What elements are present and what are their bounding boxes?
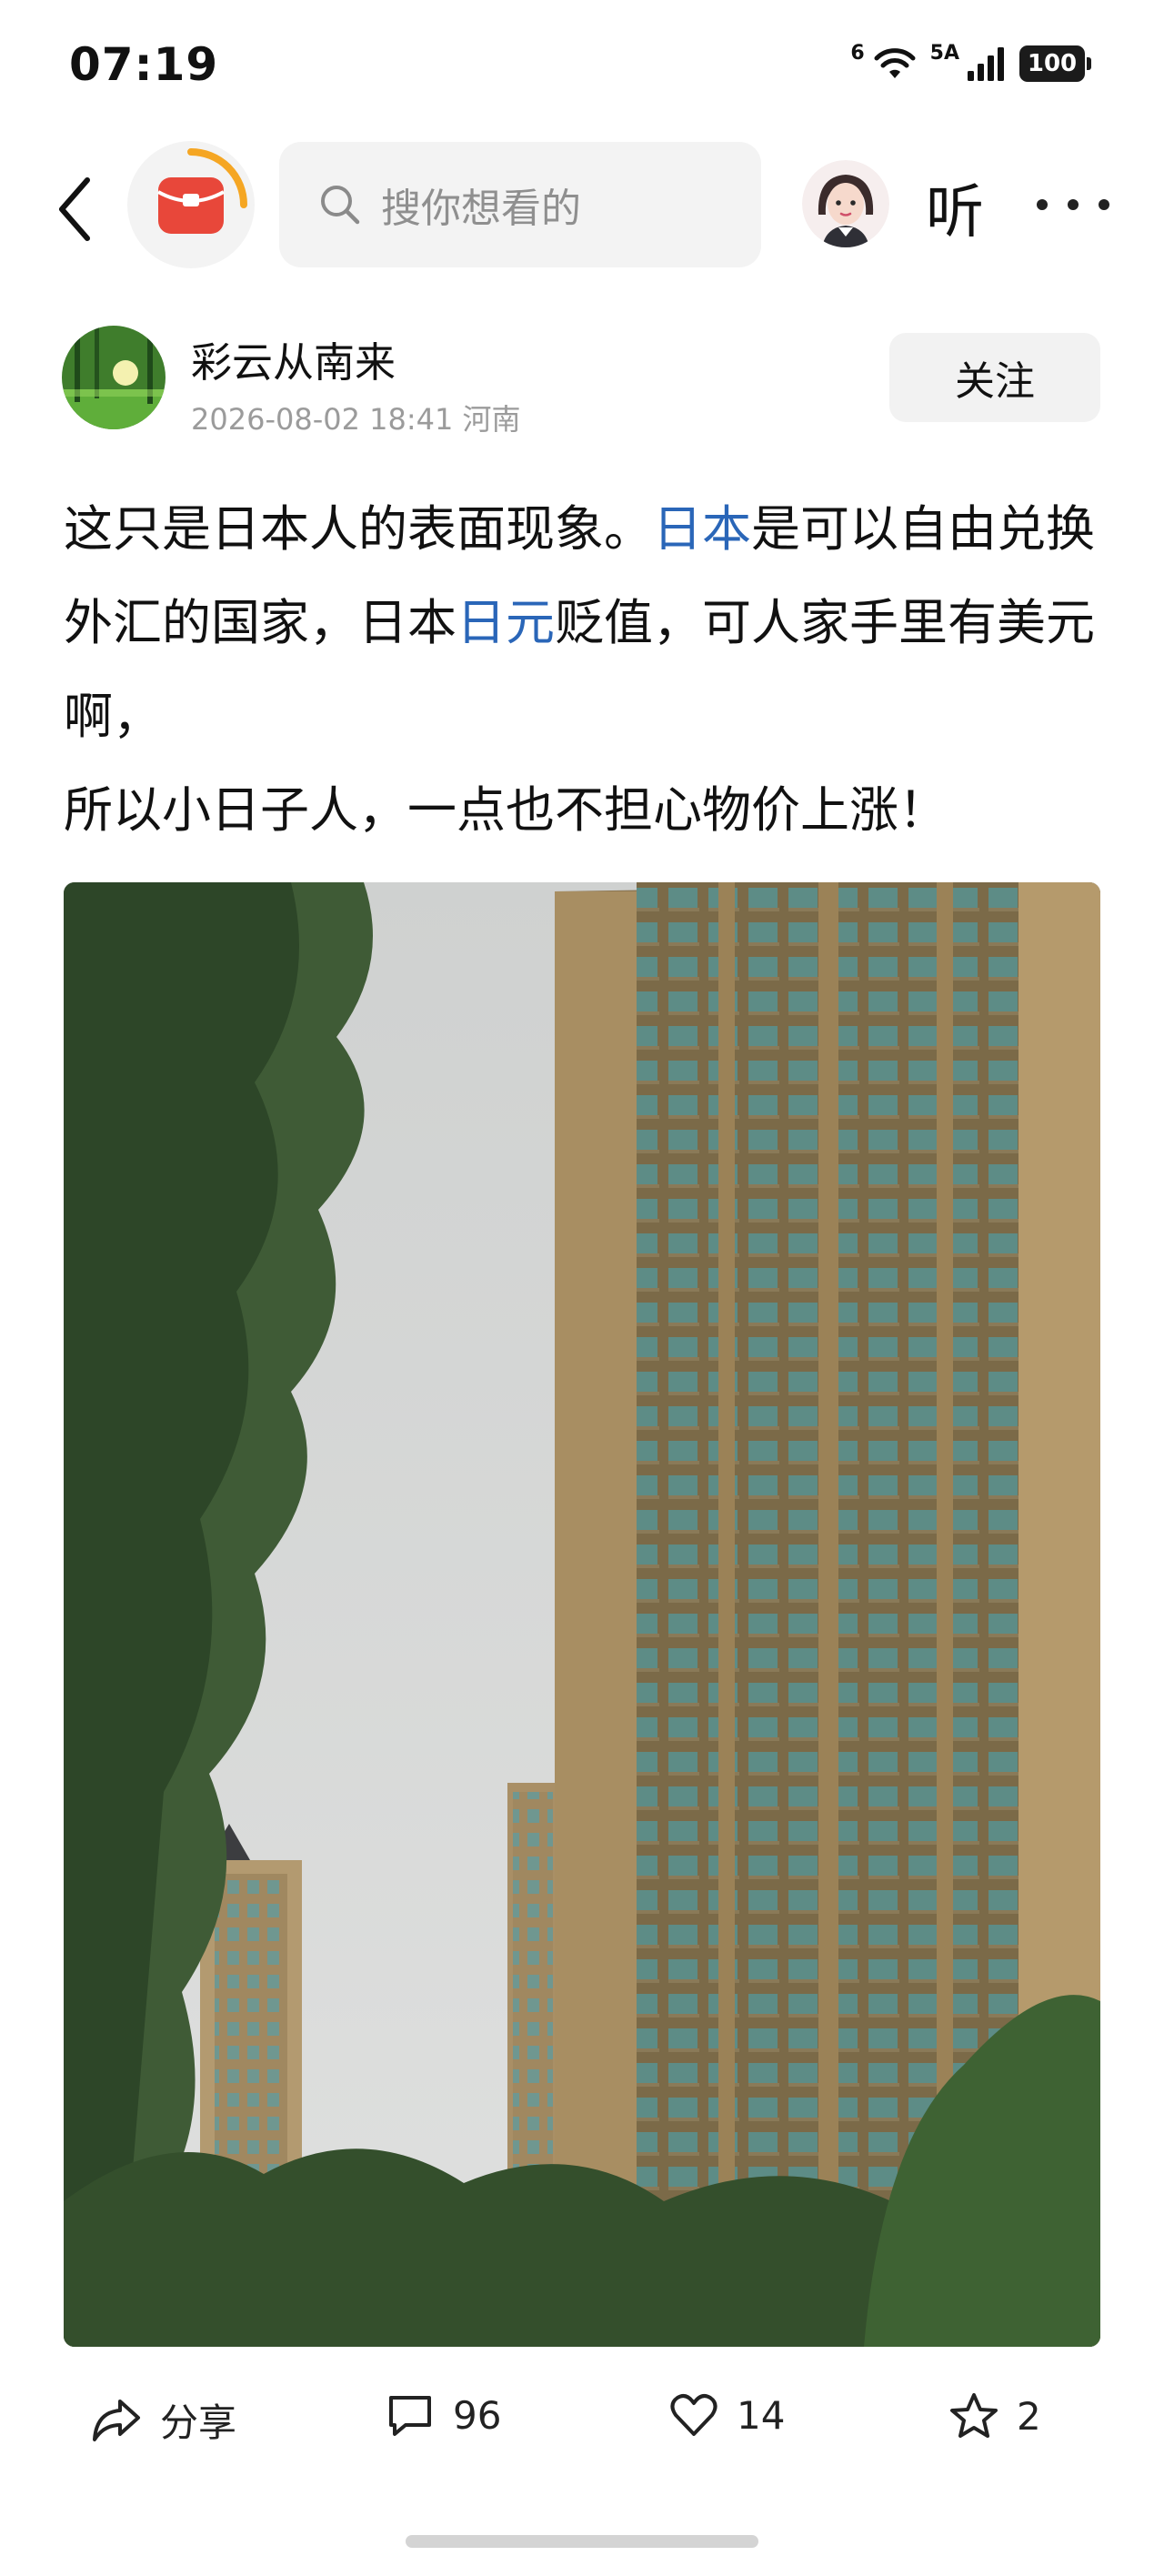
user-avatar-button[interactable] — [802, 160, 889, 247]
share-label: 分享 — [160, 2400, 237, 2445]
comment-button[interactable]: 96 — [386, 2392, 501, 2438]
more-dot — [1068, 199, 1079, 210]
action-bar: 分享 96 14 2 — [0, 2365, 1164, 2474]
star-icon — [950, 2393, 998, 2438]
back-arrow-icon — [59, 177, 90, 241]
post-meta: 2026-08-02 18:41 河南 — [191, 397, 521, 438]
avatar — [802, 160, 889, 247]
status-time: 07:19 — [69, 38, 219, 91]
share-button[interactable]: 分享 — [91, 2392, 236, 2448]
building-photo — [64, 882, 1100, 2347]
status-icons: 6 5A 100 — [850, 41, 1091, 82]
more-icon[interactable] — [1037, 182, 1109, 227]
author-name[interactable]: 彩云从南来 — [191, 329, 396, 388]
post-body: 这只是日本人的表面现象。日本是可以自由兑换外汇的国家，日本日元贬值，可人家手里有… — [64, 482, 1109, 857]
battery-icon: 100 — [1019, 45, 1085, 82]
heart-icon — [670, 2394, 717, 2436]
home-indicator[interactable] — [406, 2535, 758, 2548]
red-envelope-button[interactable] — [127, 141, 255, 268]
like-count: 14 — [737, 2392, 786, 2438]
comment-count: 96 — [453, 2392, 502, 2438]
favorite-count: 2 — [1017, 2393, 1041, 2439]
more-dot — [1099, 199, 1109, 210]
red-envelope-icon — [157, 148, 247, 234]
post-date: 2026-08-02 18:41 — [191, 402, 454, 437]
favorite-button[interactable]: 2 — [949, 2392, 1041, 2440]
search-bar[interactable]: 搜你想看的 — [279, 142, 761, 267]
post-photo[interactable] — [64, 882, 1100, 2347]
author-avatar-image — [62, 326, 166, 429]
wifi-icon — [874, 48, 916, 78]
post-text: 这只是日本人的表面现象。 — [64, 500, 653, 558]
post-location: 河南 — [462, 402, 521, 437]
back-button[interactable] — [47, 173, 102, 246]
like-button[interactable]: 14 — [669, 2392, 785, 2438]
author-avatar[interactable] — [62, 326, 166, 429]
network-label-6: 6 — [850, 41, 865, 65]
share-icon — [93, 2399, 140, 2441]
follow-button[interactable]: 关注 — [889, 333, 1100, 422]
more-dot — [1037, 199, 1048, 210]
cell-signal-icon — [968, 47, 1004, 81]
network-label-5a: 5A — [929, 41, 959, 65]
post-text: 所以小日子人，一点也不担心物价上涨！ — [64, 781, 948, 839]
search-icon — [321, 186, 360, 225]
search-placeholder: 搜你想看的 — [381, 186, 581, 232]
listen-button[interactable]: 听 — [926, 166, 984, 249]
topic-link-japan[interactable]: 日本 — [653, 500, 751, 558]
battery-tip — [1087, 57, 1091, 70]
topic-link-yen[interactable]: 日元 — [457, 594, 555, 651]
comment-icon — [389, 2396, 431, 2436]
